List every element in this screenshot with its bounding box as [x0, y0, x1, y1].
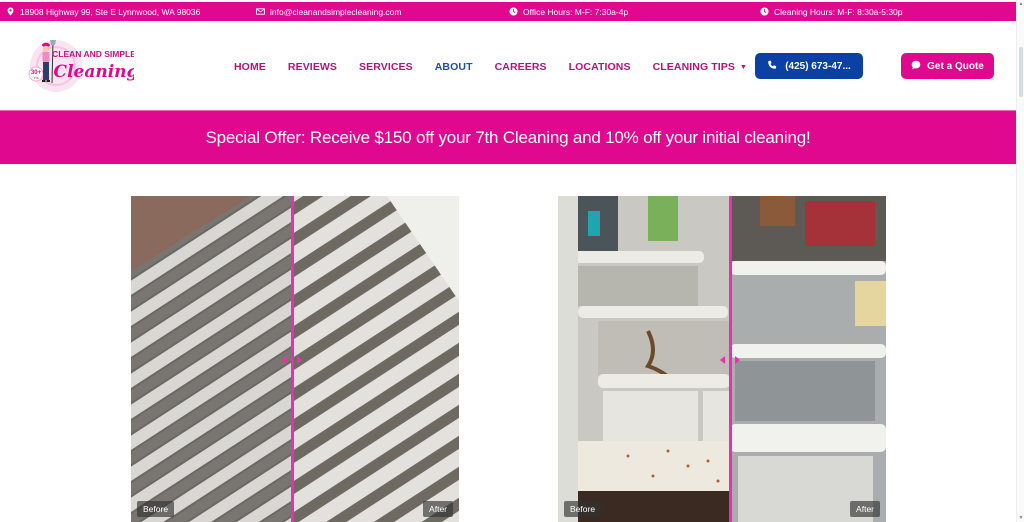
main-nav: HOME REVIEWS SERVICES ABOUT CAREERS LOCA…: [234, 61, 769, 73]
nav-careers-label: CAREERS: [494, 61, 547, 73]
phone-icon: [767, 60, 777, 73]
page-scrollbar[interactable]: ▲ ▼: [1016, 0, 1024, 522]
clock-icon: [509, 7, 518, 16]
map-pin-icon: [6, 7, 15, 16]
envelope-icon: [256, 7, 265, 16]
caret-down-icon: ▼: [739, 63, 748, 71]
after-label: After: [850, 501, 880, 517]
before-image-fridge: [558, 196, 730, 522]
nav-careers[interactable]: CAREERS: [495, 61, 547, 73]
arrow-right-icon: [297, 356, 302, 364]
arrow-left-icon: [720, 356, 725, 364]
top-info-bar: 18908 Highway 99, Ste E Lynnwood, WA 980…: [0, 2, 1016, 21]
nav-home-label: HOME: [234, 61, 266, 73]
office-hours-text: Office Hours: M-F: 7:30a-4p: [523, 6, 629, 17]
nav-home[interactable]: HOME: [234, 61, 266, 73]
before-after-slider-vent[interactable]: Before After: [131, 196, 459, 522]
after-image-vent: [292, 196, 459, 522]
clock-icon: [760, 7, 769, 16]
address-item: 18908 Highway 99, Ste E Lynnwood, WA 980…: [6, 2, 200, 21]
office-hours-item: Office Hours: M-F: 7:30a-4p: [509, 2, 628, 21]
nav-about-label: ABOUT: [434, 61, 473, 73]
get-quote-button[interactable]: Get a Quote: [901, 53, 994, 79]
scroll-thumb[interactable]: [1019, 47, 1023, 97]
special-offer-text: Special Offer: Receive $150 off your 7th…: [205, 127, 811, 147]
slider-handle[interactable]: [282, 354, 302, 366]
email-link[interactable]: info@cleanandsimplecleaning.com: [270, 7, 401, 17]
before-label: Before: [564, 501, 602, 517]
nav-reviews-label: REVIEWS: [287, 61, 338, 73]
logo-line2: Cleaning: [54, 62, 134, 82]
nav-about[interactable]: ABOUT: [435, 61, 473, 73]
after-label: After: [423, 501, 453, 517]
nav-locations-label: LOCATIONS: [568, 61, 631, 73]
before-image-vent: [131, 196, 292, 522]
logo-badge-sub: Yrs: [33, 76, 39, 80]
logo-line1: CLEAN AND SIMPLE: [52, 49, 134, 59]
special-offer-banner: Special Offer: Receive $150 off your 7th…: [0, 110, 1016, 164]
nav-cleaning-tips[interactable]: CLEANING TIPS ▼: [653, 61, 747, 73]
scroll-up-arrow-icon[interactable]: ▲: [1018, 1, 1024, 7]
site-header: 30+ Yrs CLEAN AND SIMPLE Cleaning HOME R…: [0, 21, 1016, 109]
slider-handle[interactable]: [720, 354, 740, 366]
address-text: 18908 Highway 99, Ste E Lynnwood, WA 980…: [20, 6, 201, 17]
nav-services[interactable]: SERVICES: [359, 61, 413, 73]
before-label: Before: [137, 501, 175, 517]
nav-cleaning-tips-label: CLEANING TIPS: [652, 61, 735, 73]
scroll-down-arrow-icon[interactable]: ▼: [1018, 515, 1024, 521]
phone-button-label: (425) 673-47...: [785, 60, 851, 72]
page: 18908 Highway 99, Ste E Lynnwood, WA 980…: [0, 0, 1024, 522]
chat-bubble-icon: [911, 60, 921, 73]
nav-reviews[interactable]: REVIEWS: [288, 61, 337, 73]
before-after-slider-fridge[interactable]: Before After: [558, 196, 886, 522]
after-image-fridge: [730, 196, 886, 522]
email-item[interactable]: info@cleanandsimplecleaning.com: [256, 2, 401, 21]
nav-locations[interactable]: LOCATIONS: [569, 61, 631, 73]
get-quote-label: Get a Quote: [927, 60, 984, 72]
cleaning-hours-text: Cleaning Hours: M-F: 8:30a-5:30p: [774, 6, 903, 17]
arrow-left-icon: [282, 356, 287, 364]
nav-services-label: SERVICES: [359, 61, 413, 73]
logo-graphic: 30+ Yrs CLEAN AND SIMPLE Cleaning: [28, 40, 139, 92]
page-content: 18908 Highway 99, Ste E Lynnwood, WA 980…: [0, 0, 1016, 522]
phone-button[interactable]: (425) 673-47...: [755, 53, 863, 79]
arrow-right-icon: [735, 356, 740, 364]
cleaning-hours-item: Cleaning Hours: M-F: 8:30a-5:30p: [760, 2, 903, 21]
site-logo[interactable]: 30+ Yrs CLEAN AND SIMPLE Cleaning: [26, 37, 139, 95]
